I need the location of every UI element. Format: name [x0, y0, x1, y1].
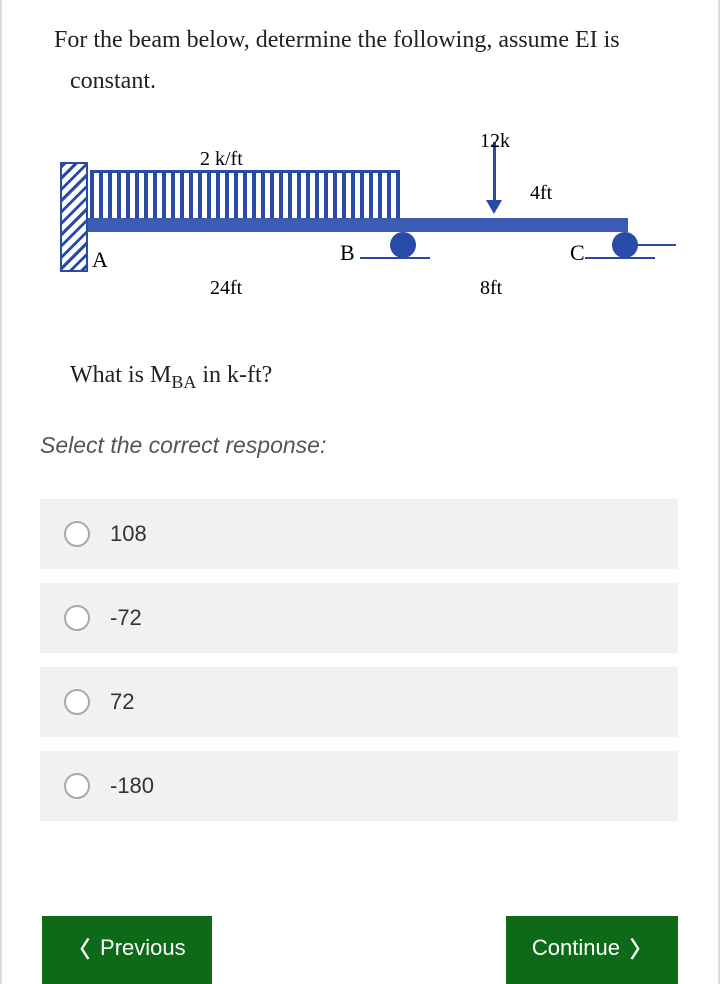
question-text: What is MBA in k-ft? — [70, 362, 678, 393]
extension-line — [628, 244, 676, 246]
previous-button[interactable]: 〈 Previous — [42, 916, 212, 984]
continue-label: Continue — [532, 935, 620, 961]
radio-icon — [64, 521, 90, 547]
distributed-load-icon — [90, 170, 400, 218]
option-1[interactable]: -72 — [40, 583, 678, 653]
label-point-a: A — [92, 247, 108, 273]
beam-icon — [88, 218, 628, 232]
options-group: 108 -72 72 -180 — [40, 499, 678, 821]
radio-icon — [64, 605, 90, 631]
instruction-text: Select the correct response: — [40, 432, 678, 459]
label-24ft: 24ft — [210, 277, 242, 300]
continue-button[interactable]: Continue 〉 — [506, 916, 678, 984]
option-2[interactable]: 72 — [40, 667, 678, 737]
chevron-left-icon: 〈 — [68, 932, 90, 964]
option-3[interactable]: -180 — [40, 751, 678, 821]
radio-icon — [64, 773, 90, 799]
label-point-load: 12k — [480, 130, 510, 153]
option-0[interactable]: 108 — [40, 499, 678, 569]
beam-diagram: 2 k/ft 12k 4ft A B C 24ft 8ft — [40, 132, 640, 332]
chevron-right-icon: 〉 — [630, 932, 652, 964]
label-point-b: B — [340, 240, 355, 266]
fixed-support-icon — [60, 162, 88, 272]
option-label: 72 — [110, 689, 134, 715]
ground-line-c — [585, 257, 655, 259]
question-prefix: What is M — [70, 362, 171, 388]
question-subscript: BA — [171, 371, 196, 391]
label-4ft: 4ft — [530, 182, 552, 205]
question-suffix: in k-ft? — [196, 362, 272, 388]
support-b-icon — [390, 232, 416, 258]
nav-buttons: 〈 Previous Continue 〉 — [42, 916, 678, 984]
label-dist-load: 2 k/ft — [200, 148, 243, 171]
option-label: 108 — [110, 521, 147, 547]
ground-line-b — [360, 257, 430, 259]
option-label: -72 — [110, 605, 142, 631]
problem-statement: For the beam below, determine the follow… — [40, 20, 678, 102]
previous-label: Previous — [100, 935, 186, 961]
option-label: -180 — [110, 773, 154, 799]
radio-icon — [64, 689, 90, 715]
label-point-c: C — [570, 240, 585, 266]
label-8ft: 8ft — [480, 277, 502, 300]
